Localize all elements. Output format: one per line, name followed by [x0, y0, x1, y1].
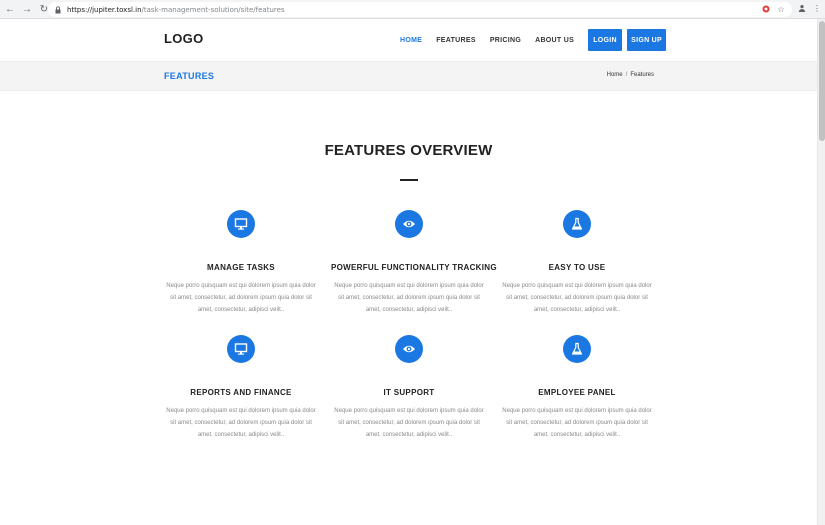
feature-description: Neque porro quisquam est qui dolorem ips… [334, 283, 484, 313]
feature-card: EMPLOYEE PANEL Neque porro quisquam est … [499, 335, 655, 441]
feature-card: MANAGE TASKS Neque porro quisquam est qu… [163, 210, 319, 316]
main-nav: HOME FEATURES PRICING ABOUT US LOGIN SIG… [400, 29, 667, 51]
feature-description: Neque porro quisquam est qui dolorem ips… [502, 408, 652, 438]
feature-card: REPORTS AND FINANCE Neque porro quisquam… [163, 335, 319, 441]
feature-description: Neque porro quisquam est qui dolorem ips… [502, 283, 652, 313]
nav-features[interactable]: FEATURES [436, 37, 476, 44]
heading-divider [400, 179, 418, 181]
scrollbar-thumb[interactable] [819, 21, 825, 141]
menu-kebab-icon[interactable]: ⋮ [812, 3, 822, 13]
monitor-icon [234, 343, 248, 355]
feature-card: POWERFUL FUNCTIONALITY TRACKING Neque po… [331, 210, 497, 316]
bookmark-star-icon[interactable]: ☆ [776, 4, 786, 14]
eye-icon [403, 345, 415, 353]
address-bar[interactable]: https://jupiter.toxsl.in/task-management… [48, 2, 792, 17]
page-scrollbar[interactable] [817, 19, 825, 525]
monitor-icon [234, 218, 248, 230]
breadcrumb-separator: / [625, 72, 628, 78]
browser-toolbar: ← → ↻ https://jupiter.toxsl.in/task-mana… [0, 0, 825, 19]
feature-title: REPORTS AND FINANCE [190, 388, 292, 397]
site-header: LOGO HOME FEATURES PRICING ABOUT US LOGI… [0, 19, 817, 61]
feature-icon-badge [227, 210, 255, 238]
url-path: /task-management-solution/site/features [141, 5, 285, 14]
feature-card: EASY TO USE Neque porro quisquam est qui… [499, 210, 655, 316]
feature-title: EMPLOYEE PANEL [538, 388, 616, 397]
url-host: https://jupiter.toxsl.in [67, 5, 142, 14]
feature-icon-badge [227, 335, 255, 363]
feature-icon-badge [563, 210, 591, 238]
nav-pricing[interactable]: PRICING [490, 37, 521, 44]
extension-icon[interactable] [761, 4, 771, 14]
section-heading: FEATURES OVERVIEW [324, 142, 493, 159]
eye-icon [403, 220, 415, 228]
login-button[interactable]: LOGIN [588, 29, 623, 51]
logo[interactable]: LOGO [164, 31, 203, 46]
feature-title: EASY TO USE [548, 263, 606, 272]
flask-icon [571, 342, 583, 355]
back-icon[interactable]: ← [3, 2, 17, 16]
feature-title: MANAGE TASKS [207, 263, 275, 272]
nav-home[interactable]: HOME [400, 37, 422, 44]
account-icon[interactable] [797, 3, 807, 13]
forward-icon[interactable]: → [20, 2, 34, 16]
feature-description: Neque porro quisquam est qui dolorem ips… [334, 408, 484, 438]
feature-card: IT SUPPORT Neque porro quisquam est qui … [331, 335, 487, 441]
breadcrumb: Home / Features [607, 72, 654, 78]
feature-icon-badge [395, 210, 423, 238]
flask-icon [571, 217, 583, 230]
feature-icon-badge [563, 335, 591, 363]
feature-title: IT SUPPORT [383, 388, 435, 397]
nav-about-us[interactable]: ABOUT US [535, 37, 574, 44]
signup-button[interactable]: SIGN UP [627, 29, 667, 51]
lock-icon [54, 5, 62, 14]
breadcrumb-current: Features [630, 72, 654, 78]
feature-description: Neque porro quisquam est qui dolorem ips… [166, 408, 316, 438]
feature-description: Neque porro quisquam est qui dolorem ips… [166, 283, 316, 313]
breadcrumb-home[interactable]: Home [607, 72, 623, 78]
feature-icon-badge [395, 335, 423, 363]
url-text: https://jupiter.toxsl.in/task-management… [67, 6, 285, 14]
page-title-band: FEATURES Home / Features [0, 61, 817, 91]
page-title: FEATURES [164, 71, 215, 81]
feature-title: POWERFUL FUNCTIONALITY TRACKING [331, 263, 497, 272]
